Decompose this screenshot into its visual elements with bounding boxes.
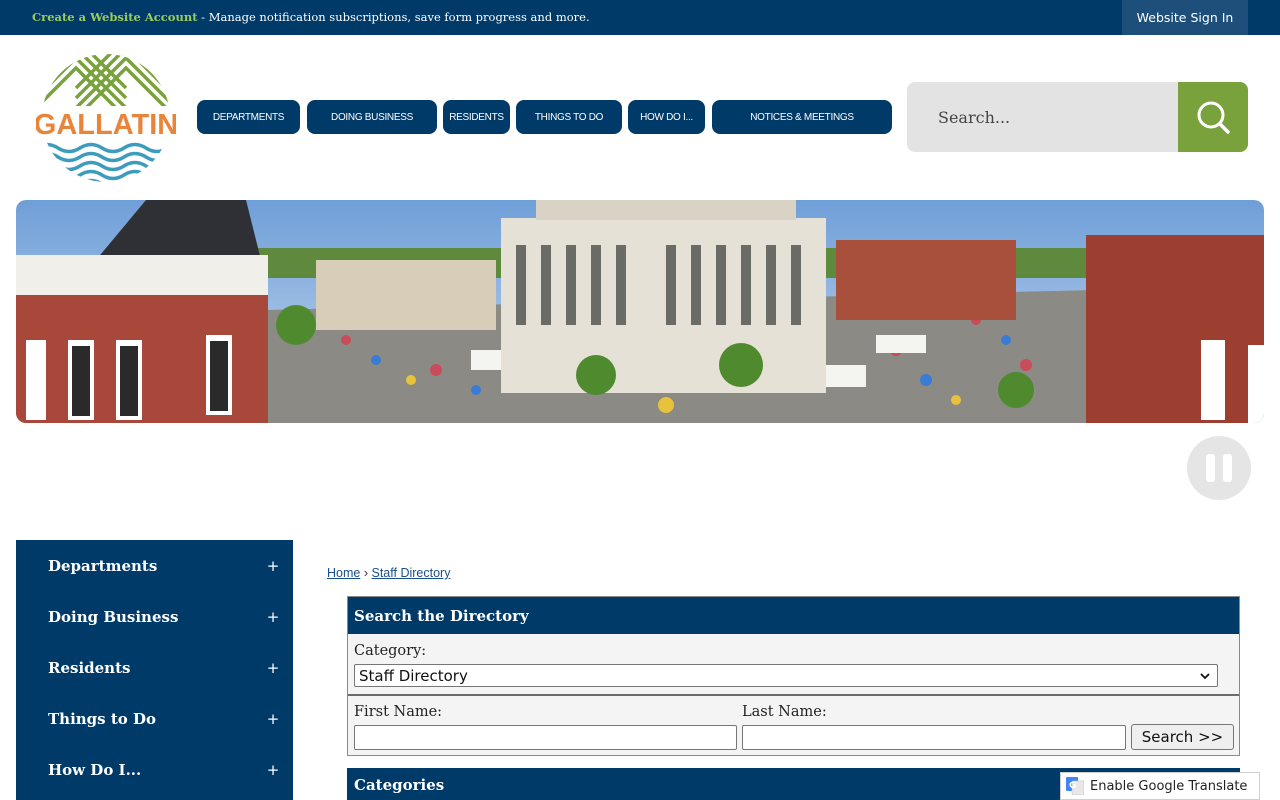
nav-doing-business[interactable]: DOING BUSINESS bbox=[307, 100, 437, 134]
gallatin-logo[interactable]: GALLATIN bbox=[34, 48, 178, 188]
sidebar-item-label: Things to Do bbox=[48, 709, 156, 728]
breadcrumb-home[interactable]: Home bbox=[327, 566, 360, 580]
expand-icon[interactable]: + bbox=[265, 557, 281, 575]
logo-text: GALLATIN bbox=[36, 109, 176, 141]
google-translate-label: Enable Google Translate bbox=[1090, 778, 1248, 794]
category-select[interactable]: Staff Directory bbox=[354, 664, 1218, 687]
account-message: Create a Website Account - Manage notifi… bbox=[32, 10, 590, 24]
sidebar-item-label: Residents bbox=[48, 658, 131, 677]
category-selected-value: Staff Directory bbox=[359, 666, 468, 685]
sidebar-item-how-do-i[interactable]: How Do I... + bbox=[16, 744, 293, 795]
chevron-down-icon bbox=[1200, 673, 1210, 680]
nav-residents[interactable]: RESIDENTS bbox=[443, 100, 510, 134]
expand-icon[interactable]: + bbox=[265, 608, 281, 626]
directory-search-button[interactable]: Search >> bbox=[1131, 724, 1234, 750]
sidebar-item-label: How Do I... bbox=[48, 760, 142, 779]
sign-in-button[interactable]: Website Sign In bbox=[1122, 0, 1248, 35]
nav-things-to-do[interactable]: THINGS TO DO bbox=[516, 100, 622, 134]
hero-banner-image bbox=[16, 200, 1264, 423]
category-label: Category: bbox=[354, 643, 427, 659]
breadcrumb-current[interactable]: Staff Directory bbox=[371, 566, 450, 580]
sidebar-item-doing-business[interactable]: Doing Business + bbox=[16, 591, 293, 642]
top-bar: Create a Website Account - Manage notifi… bbox=[0, 0, 1280, 35]
sidebar-item-departments[interactable]: Departments + bbox=[16, 540, 293, 591]
svg-text:G: G bbox=[1069, 781, 1076, 791]
nav-departments[interactable]: DEPARTMENTS bbox=[197, 100, 300, 134]
account-description: - Manage notification subscriptions, sav… bbox=[197, 10, 590, 24]
divider bbox=[348, 694, 1239, 696]
last-name-field[interactable] bbox=[742, 725, 1126, 750]
pause-icon bbox=[1206, 454, 1215, 482]
nav-notices-meetings[interactable]: NOTICES & MEETINGS bbox=[712, 100, 892, 134]
sidebar-nav: Departments + Doing Business + Residents… bbox=[16, 540, 293, 800]
first-name-label: First Name: bbox=[354, 704, 443, 720]
site-search bbox=[907, 82, 1248, 152]
expand-icon[interactable]: + bbox=[265, 659, 281, 677]
nav-how-do-i[interactable]: HOW DO I... bbox=[628, 100, 705, 134]
first-name-field[interactable] bbox=[354, 725, 737, 750]
sidebar-item-things-to-do[interactable]: Things to Do + bbox=[16, 693, 293, 744]
create-account-link[interactable]: Create a Website Account bbox=[32, 10, 198, 24]
slideshow-pause-button[interactable] bbox=[1187, 436, 1251, 500]
breadcrumb-separator: › bbox=[363, 566, 368, 580]
google-translate-button[interactable]: G Enable Google Translate bbox=[1060, 772, 1260, 800]
breadcrumb: Home › Staff Directory bbox=[327, 566, 450, 580]
sidebar-item-label: Departments bbox=[48, 556, 158, 575]
directory-search-panel: Search the Directory Category: Staff Dir… bbox=[347, 596, 1240, 756]
sidebar-item-residents[interactable]: Residents + bbox=[16, 642, 293, 693]
pause-icon-bar bbox=[1223, 454, 1232, 482]
expand-icon[interactable]: + bbox=[265, 710, 281, 728]
search-button[interactable] bbox=[1178, 82, 1248, 152]
search-icon bbox=[1197, 101, 1230, 134]
sidebar-item-label: Doing Business bbox=[48, 607, 179, 626]
search-input[interactable] bbox=[907, 82, 1178, 152]
last-name-label: Last Name: bbox=[742, 704, 827, 720]
directory-search-header: Search the Directory bbox=[348, 597, 1239, 634]
expand-icon[interactable]: + bbox=[265, 761, 281, 779]
google-translate-icon: G bbox=[1066, 777, 1084, 795]
